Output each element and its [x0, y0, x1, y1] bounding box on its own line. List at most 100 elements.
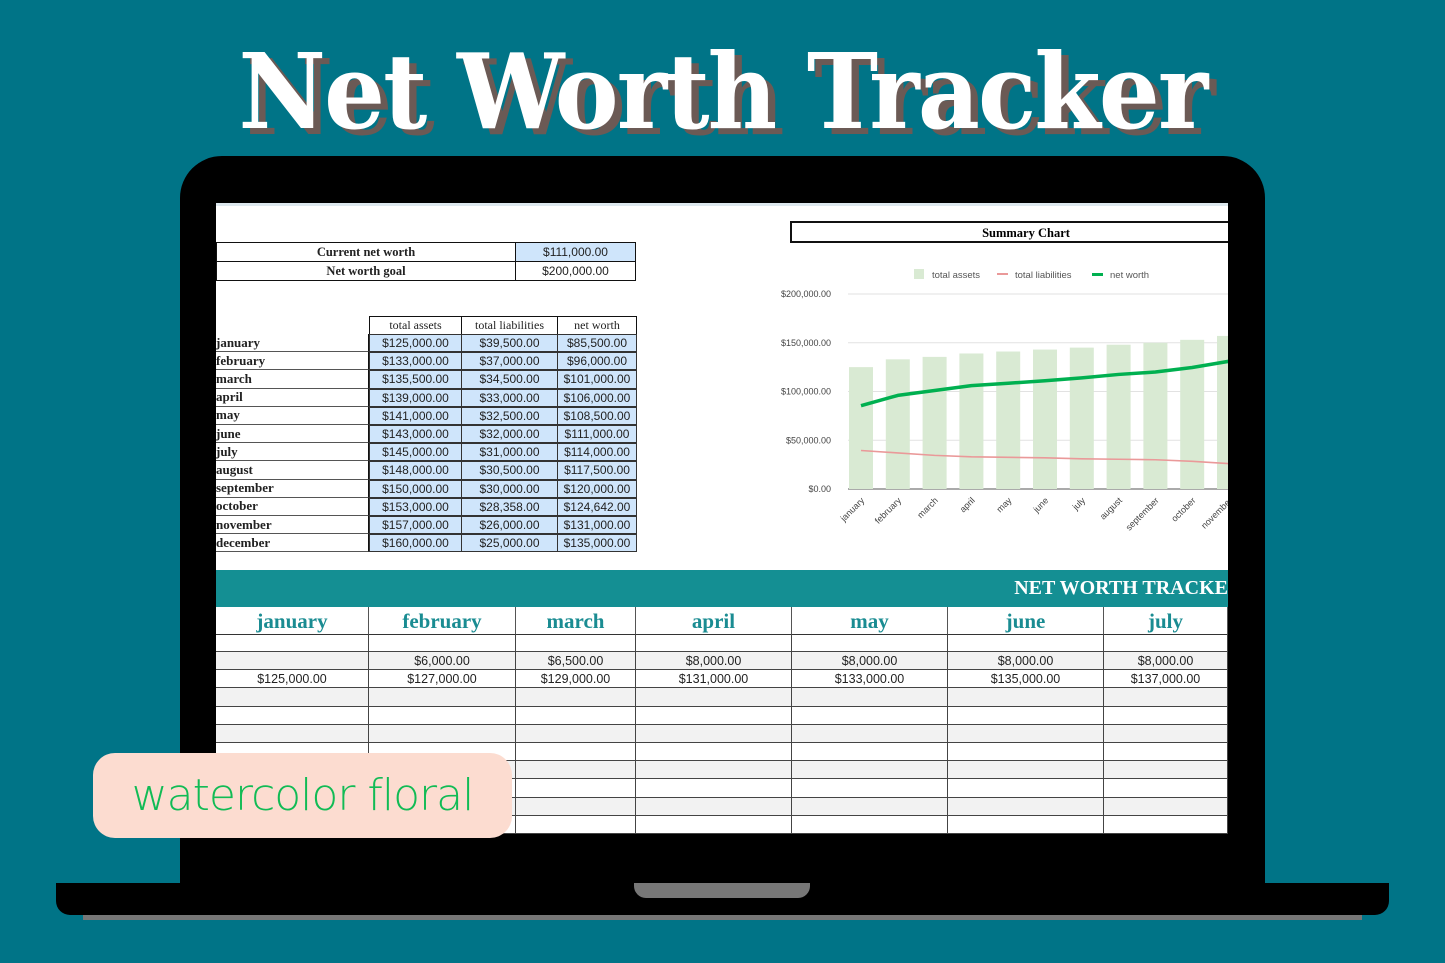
tracker-banner-title: NET WORTH TRACKE	[1014, 577, 1228, 599]
tracker-cell[interactable]	[216, 688, 369, 706]
tracker-cell[interactable]: $6,000.00	[369, 652, 516, 670]
tracker-cell[interactable]	[1104, 688, 1228, 706]
legend-label: net worth	[1110, 270, 1149, 281]
tracker-cell[interactable]	[948, 743, 1104, 761]
bar-total-assets	[1180, 339, 1205, 489]
bar-total-assets	[1217, 335, 1228, 489]
tracker-cell[interactable]	[216, 635, 369, 651]
x-tick-label: november	[1199, 495, 1228, 530]
tracker-cell[interactable]	[792, 761, 948, 779]
tracker-cell[interactable]	[1104, 635, 1228, 651]
month-header: february	[369, 607, 516, 635]
tracker-cell[interactable]	[1104, 724, 1228, 742]
tracker-cell[interactable]	[516, 724, 636, 742]
bar-total-assets	[996, 351, 1021, 489]
x-tick-label: april	[958, 495, 977, 514]
tracker-cell[interactable]	[636, 761, 792, 779]
month-header: may	[792, 607, 948, 635]
y-tick-label: $100,000.00	[781, 387, 831, 397]
tracker-cell[interactable]	[792, 706, 948, 724]
tracker-cell[interactable]	[792, 779, 948, 797]
spreadsheet-screen: Current net worth $111,000.00 Net worth …	[216, 203, 1228, 834]
tracker-cell[interactable]	[948, 797, 1104, 815]
tracker-cell[interactable]	[636, 706, 792, 724]
tracker-cell[interactable]	[369, 635, 516, 651]
table-row	[216, 688, 1228, 707]
tracker-cell[interactable]	[516, 761, 636, 779]
tracker-cell[interactable]: $8,000.00	[636, 652, 792, 670]
tracker-cell[interactable]	[792, 724, 948, 742]
tracker-cell[interactable]	[948, 815, 1104, 833]
tracker-cell[interactable]	[636, 797, 792, 815]
month-header: april	[636, 607, 792, 635]
tracker-cell[interactable]	[216, 652, 369, 670]
tracker-cell[interactable]	[948, 635, 1104, 651]
tracker-cell[interactable]: $135,000.00	[948, 670, 1104, 688]
y-tick-label: $200,000.00	[781, 289, 831, 299]
tracker-cell[interactable]	[1104, 706, 1228, 724]
tracker-cell[interactable]	[369, 724, 516, 742]
tracker-cell[interactable]: $131,000.00	[636, 670, 792, 688]
tracker-cell[interactable]	[1104, 797, 1228, 815]
tracker-cell[interactable]	[636, 815, 792, 833]
theme-badge: watercolor floral	[93, 753, 512, 838]
tracker-cell[interactable]: $133,000.00	[792, 670, 948, 688]
tracker-cell[interactable]: $137,000.00	[1104, 670, 1228, 688]
x-tick-label: february	[873, 495, 904, 526]
x-tick-label: october	[1169, 495, 1197, 523]
chart-legend: total assets total liabilities net worth	[914, 269, 1149, 281]
tracker-cell[interactable]: $129,000.00	[516, 670, 636, 688]
tracker-cell[interactable]	[1104, 743, 1228, 761]
tracker-cell[interactable]	[636, 724, 792, 742]
tracker-cell[interactable]: $8,000.00	[948, 652, 1104, 670]
tracker-cell[interactable]	[1104, 761, 1228, 779]
tracker-cell[interactable]	[516, 688, 636, 706]
x-tick-label: march	[915, 495, 940, 520]
page-title: Net Worth Tracker	[238, 30, 1208, 153]
tracker-cell[interactable]: $127,000.00	[369, 670, 516, 688]
tracker-cell[interactable]	[516, 706, 636, 724]
table-row: $125,000.00 $127,000.00 $129,000.00 $131,00…	[216, 670, 1228, 689]
table-row	[216, 724, 1228, 743]
tracker-cell[interactable]	[1104, 815, 1228, 833]
tracker-cell[interactable]	[1104, 779, 1228, 797]
tracker-cell[interactable]	[948, 688, 1104, 706]
tracker-cell[interactable]: $8,000.00	[1104, 652, 1228, 670]
tracker-cell[interactable]	[792, 688, 948, 706]
tracker-cell[interactable]	[792, 743, 948, 761]
tracker-cell[interactable]	[636, 635, 792, 651]
month-header: june	[948, 607, 1104, 635]
tracker-cell[interactable]	[948, 724, 1104, 742]
tracker-cell[interactable]: $125,000.00	[216, 670, 369, 688]
tracker-cell[interactable]	[216, 706, 369, 724]
tracker-cell[interactable]	[516, 797, 636, 815]
tracker-cell[interactable]	[516, 635, 636, 651]
table-row: $6,000.00 $6,500.00 $8,000.00 $8,000.00 $8,0…	[216, 652, 1228, 671]
tracker-cell[interactable]	[948, 779, 1104, 797]
tracker-cell[interactable]: $6,500.00	[516, 652, 636, 670]
tracker-cell[interactable]	[636, 743, 792, 761]
x-tick-label: january	[838, 495, 867, 524]
tracker-cell[interactable]	[792, 797, 948, 815]
tracker-cell[interactable]	[216, 724, 369, 742]
tracker-cell[interactable]	[516, 743, 636, 761]
legend-label: total assets	[932, 270, 980, 281]
tracker-cell[interactable]	[636, 688, 792, 706]
tracker-cell[interactable]	[516, 779, 636, 797]
bar-total-assets	[885, 359, 910, 489]
tracker-cell[interactable]	[369, 688, 516, 706]
tracker-cell[interactable]	[792, 815, 948, 833]
bar-total-assets	[1069, 347, 1094, 489]
tracker-cell[interactable]	[369, 706, 516, 724]
tracker-cell[interactable]	[948, 761, 1104, 779]
table-row	[216, 635, 1228, 652]
tracker-cell[interactable]	[636, 779, 792, 797]
tracker-cell[interactable]	[516, 815, 636, 833]
bar-total-assets	[1106, 344, 1131, 489]
bar-total-assets	[922, 356, 947, 489]
tracker-cell[interactable]: $8,000.00	[792, 652, 948, 670]
chart-title: Summary Chart	[982, 226, 1071, 240]
y-tick-label: $0.00	[808, 484, 831, 494]
tracker-cell[interactable]	[948, 706, 1104, 724]
tracker-cell[interactable]	[792, 635, 948, 651]
